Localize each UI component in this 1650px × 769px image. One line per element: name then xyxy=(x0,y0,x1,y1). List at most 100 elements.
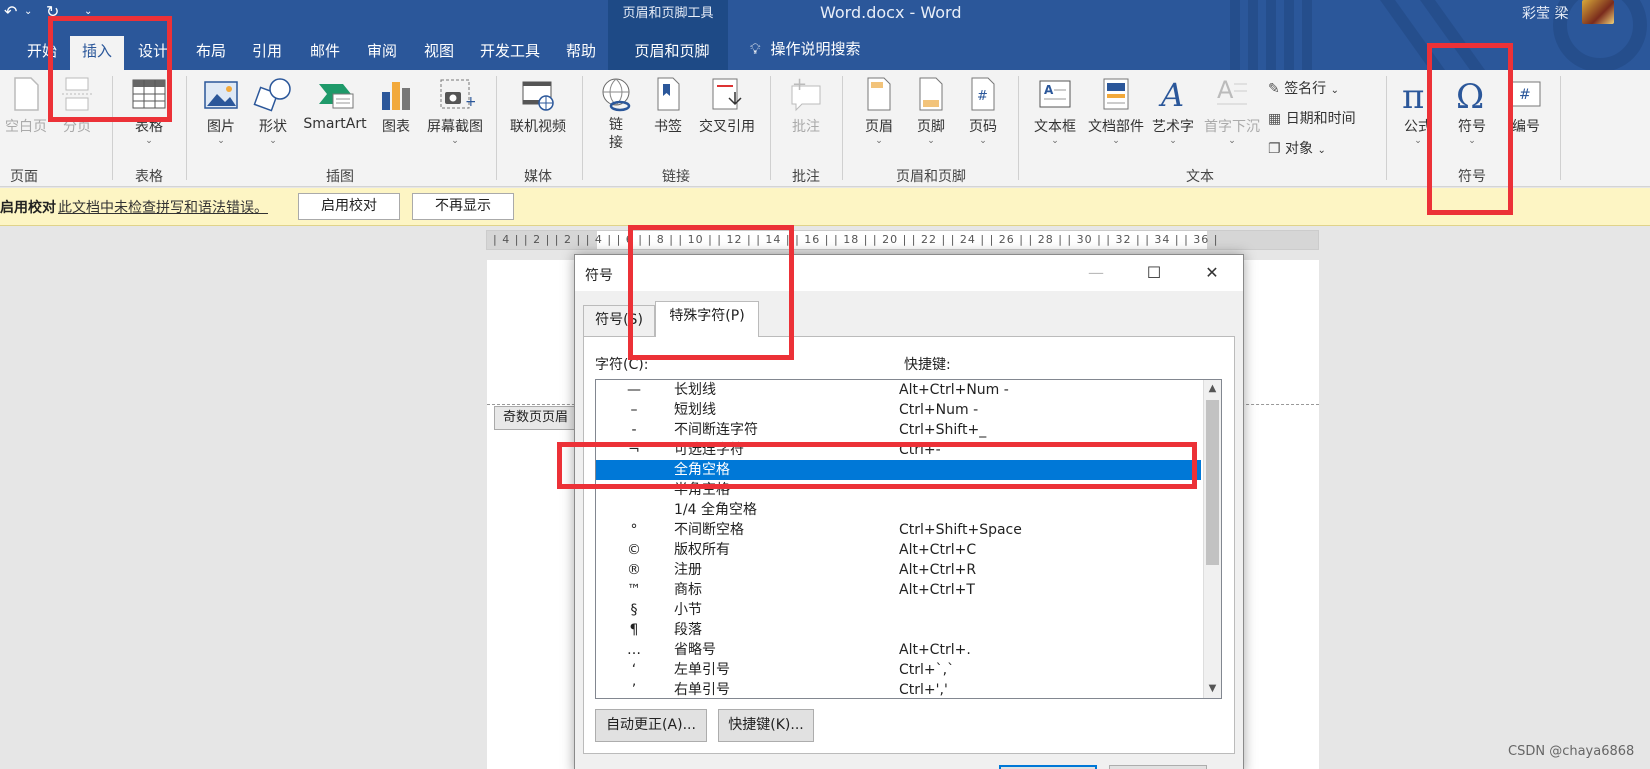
title-bar: ↶ ⌄ ↻ ⌄ 页眉和页脚工具 Word.docx - Word 彩莹 梁 开始… xyxy=(0,0,1650,70)
character-name: 短划线 xyxy=(674,402,716,418)
undo-dropdown-icon[interactable]: ⌄ xyxy=(24,6,32,17)
list-item[interactable]: ¶ 段落 xyxy=(596,620,1201,640)
drop-cap-button[interactable]: A 首字下沉 ⌄ xyxy=(1200,76,1264,146)
shortcut-key-button[interactable]: 快捷键(K)... xyxy=(718,709,814,742)
quick-parts-button[interactable]: 文档部件 ⌄ xyxy=(1084,76,1148,146)
svg-text:+: + xyxy=(792,76,807,95)
list-item[interactable]: © 版权所有 Alt+Ctrl+C xyxy=(596,540,1201,560)
group-separator xyxy=(582,76,583,180)
online-video-icon xyxy=(522,81,554,111)
object-button[interactable]: ❐ 对象 ⌄ xyxy=(1268,138,1326,158)
list-item[interactable]: ® 注册 Alt+Ctrl+R xyxy=(596,560,1201,580)
list-item[interactable]: - 不间断连字符 Ctrl+Shift+_ xyxy=(596,420,1201,440)
character-name: 商标 xyxy=(674,582,702,598)
special-character-list[interactable]: — 长划线 Alt+Ctrl+Num - – 短划线 Ctrl+Num - - 不间断连字符 C… xyxy=(595,379,1222,699)
footer-button[interactable]: 页脚 ⌄ xyxy=(910,76,952,146)
minimize-icon[interactable]: — xyxy=(1073,259,1119,287)
scroll-down-icon[interactable]: ▼ xyxy=(1204,680,1221,698)
chevron-down-icon: ⌄ xyxy=(451,136,459,146)
character-symbol: – xyxy=(630,402,638,418)
list-item[interactable]: … 省略号 Alt+Ctrl+. xyxy=(596,640,1201,660)
list-item[interactable]: ‘ 左单引号 Ctrl+`,` xyxy=(596,660,1201,680)
list-item[interactable]: § 小节 xyxy=(596,600,1201,620)
list-item[interactable]: ™ 商标 Alt+Ctrl+T xyxy=(596,580,1201,600)
shapes-icon xyxy=(253,78,291,112)
autocorrect-button[interactable]: 自动更正(A)... xyxy=(595,709,707,742)
enable-proofing-button[interactable]: 启用校对 xyxy=(298,193,400,220)
odd-page-header-tag: 奇数页页眉 xyxy=(494,406,584,430)
avatar[interactable] xyxy=(1582,0,1614,24)
tab-view[interactable]: 视图 xyxy=(414,36,464,70)
character-symbol: ° xyxy=(630,522,638,538)
group-separator xyxy=(1560,76,1561,180)
chevron-down-icon: ⌄ xyxy=(1051,136,1059,146)
close-icon[interactable]: ✕ xyxy=(1189,259,1235,287)
group-separator xyxy=(186,76,187,180)
list-item[interactable]: — 长划线 Alt+Ctrl+Num - xyxy=(596,380,1201,400)
wordart-button[interactable]: A 艺术字 ⌄ xyxy=(1148,76,1198,146)
tab-developer[interactable]: 开发工具 xyxy=(472,36,548,70)
comment-button[interactable]: + 批注 xyxy=(784,76,828,136)
date-time-button[interactable]: ▦ 日期和时间 xyxy=(1268,108,1356,128)
tab-references[interactable]: 引用 xyxy=(242,36,292,70)
header-icon xyxy=(867,77,891,111)
list-item[interactable]: ° 不间断空格 Ctrl+Shift+Space xyxy=(596,520,1201,540)
message-bar-text[interactable]: 此文档中未检查拼写和语法错误。 xyxy=(58,197,268,217)
page-number-button[interactable]: # 页码 ⌄ xyxy=(962,76,1004,146)
character-symbol: ‘ xyxy=(631,662,637,678)
screenshot-button[interactable]: + 屏幕截图 ⌄ xyxy=(422,76,488,146)
tab-layout[interactable]: 布局 xyxy=(186,36,236,70)
character-shortcut: Alt+Ctrl+Num - xyxy=(899,382,1009,398)
pictures-button[interactable]: 图片 ⌄ xyxy=(200,76,242,146)
link-button[interactable]: 链接 xyxy=(594,76,638,152)
shapes-button[interactable]: 形状 ⌄ xyxy=(250,76,296,146)
number-icon: # xyxy=(1511,81,1541,107)
signature-line-icon: ✎ xyxy=(1268,81,1280,97)
object-icon: ❐ xyxy=(1268,141,1281,157)
bookmark-button[interactable]: 书签 xyxy=(648,76,688,136)
tell-me-search[interactable]: 💡︎ 操作说明搜索 xyxy=(750,38,861,59)
tab-mailings[interactable]: 邮件 xyxy=(300,36,350,70)
svg-text:A: A xyxy=(1044,83,1054,97)
svg-text:+: + xyxy=(465,94,475,110)
online-video-button[interactable]: 联机视频 xyxy=(506,76,570,136)
list-item[interactable]: ’ 右单引号 Ctrl+',' xyxy=(596,680,1201,698)
character-shortcut: Ctrl+Num - xyxy=(899,402,979,418)
insert-button[interactable] xyxy=(999,765,1097,769)
scroll-up-icon[interactable]: ▲ xyxy=(1204,380,1221,398)
blank-page-button[interactable]: 空白页 xyxy=(0,76,52,136)
cancel-button[interactable] xyxy=(1109,765,1207,769)
svg-text:A: A xyxy=(1158,76,1184,112)
group-separator xyxy=(842,76,843,180)
chevron-down-icon: ⌄ xyxy=(927,136,935,146)
tab-header-footer[interactable]: 页眉和页脚 xyxy=(622,36,722,70)
smartart-button[interactable]: SmartArt xyxy=(300,76,370,132)
scroll-thumb[interactable] xyxy=(1206,400,1219,565)
character-shortcut: Alt+Ctrl+C xyxy=(899,542,977,558)
signature-line-button[interactable]: ✎ 签名行 ⌄ xyxy=(1268,78,1339,98)
maximize-icon[interactable]: ☐ xyxy=(1131,259,1177,287)
character-name: 版权所有 xyxy=(674,542,730,558)
list-item[interactable]: 1/4 全角空格 xyxy=(596,500,1201,520)
cross-reference-button[interactable]: 交叉引用 xyxy=(694,76,760,136)
header-button[interactable]: 页眉 ⌄ xyxy=(858,76,900,146)
horizontal-ruler[interactable]: | 4 | | 2 | | 2 | | 4 | | 6 | | 8 | | 10… xyxy=(486,230,1319,250)
tab-review[interactable]: 审阅 xyxy=(357,36,407,70)
dont-show-again-button[interactable]: 不再显示 xyxy=(412,193,514,220)
character-name: 小节 xyxy=(674,602,702,618)
text-box-button[interactable]: A 文本框 ⌄ xyxy=(1030,76,1080,146)
list-item[interactable]: – 短划线 Ctrl+Num - xyxy=(596,400,1201,420)
vertical-scrollbar[interactable]: ▲ ▼ xyxy=(1203,380,1221,698)
watermark: CSDN @chaya6868 xyxy=(1508,744,1635,759)
tab-help[interactable]: 帮助 xyxy=(556,36,606,70)
user-name[interactable]: 彩莹 梁 xyxy=(1522,3,1568,23)
undo-icon[interactable]: ↶ xyxy=(4,2,17,21)
chart-icon xyxy=(382,82,410,110)
chevron-down-icon: ⌄ xyxy=(875,136,883,146)
character-name: 省略号 xyxy=(674,642,716,658)
chevron-down-icon: ⌄ xyxy=(1228,136,1236,146)
character-shortcut: Alt+Ctrl+T xyxy=(899,582,975,598)
chart-button[interactable]: 图表 xyxy=(376,76,416,136)
document-title: Word.docx - Word xyxy=(820,3,962,22)
footer-icon xyxy=(919,77,943,111)
